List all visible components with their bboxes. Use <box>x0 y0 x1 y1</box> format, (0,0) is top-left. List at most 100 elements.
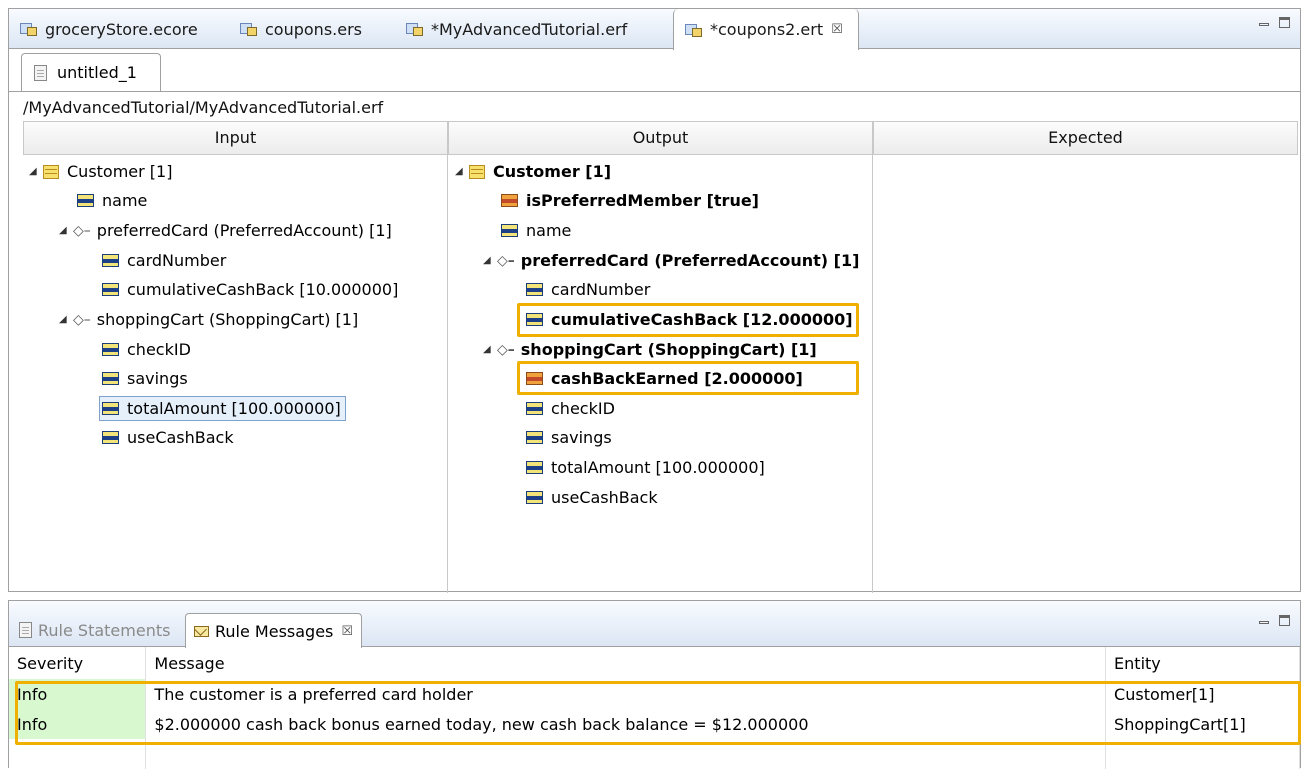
ruleset-file-icon <box>239 21 259 37</box>
page-icon <box>34 64 47 81</box>
attribute-icon <box>77 194 94 207</box>
tab-label: coupons.ers <box>265 19 362 39</box>
tab-label: *MyAdvancedTutorial.erf <box>431 19 628 39</box>
expand-arrow-icon[interactable]: ◢ <box>59 314 73 325</box>
column-header-severity[interactable]: Severity <box>9 647 147 679</box>
close-icon[interactable]: ☒ <box>341 624 353 639</box>
editor-window-controls <box>1259 17 1290 28</box>
highlight-box <box>517 303 859 337</box>
entity-icon <box>469 164 485 179</box>
tree-node-attribute[interactable]: cardNumber <box>526 275 650 304</box>
tab-coupons-ers[interactable]: coupons.ers <box>229 9 362 49</box>
tab-label: Rule Statements <box>38 620 171 640</box>
association-icon: ◇– <box>497 252 515 269</box>
table-header-row: Severity Message Entity <box>9 647 1300 679</box>
attribute-icon <box>526 431 543 444</box>
expand-arrow-icon[interactable]: ◢ <box>483 255 497 266</box>
tab-grocerystore-ecore[interactable]: groceryStore.ecore <box>9 9 198 49</box>
tab-coupons2-ert[interactable]: *coupons2.ert ☒ <box>673 9 859 50</box>
tree-node-attribute[interactable]: name <box>501 216 571 245</box>
tree-node-attribute[interactable]: cardNumber <box>102 246 226 275</box>
tree-node-attribute-selected[interactable]: totalAmount [100.000000] <box>99 394 346 423</box>
minimize-icon[interactable] <box>1259 621 1269 624</box>
attribute-icon <box>102 431 119 444</box>
modified-attribute-icon <box>501 194 518 207</box>
column-header-output[interactable]: Output <box>448 121 873 155</box>
tree-node-attribute[interactable]: checkID <box>526 394 615 423</box>
node-label: shoppingCart (ShoppingCart) [1] <box>96 310 359 329</box>
tree-node-attribute-modified[interactable]: isPreferredMember [true] <box>501 186 759 215</box>
node-label: checkID <box>127 340 191 359</box>
sheet-tab-label: untitled_1 <box>57 63 137 82</box>
attribute-icon <box>526 402 543 415</box>
highlight-box <box>15 681 1301 745</box>
node-label: checkID <box>551 399 615 418</box>
ruletest-file-icon <box>684 22 704 38</box>
sheet-tab-untitled[interactable]: untitled_1 <box>21 53 161 91</box>
entity-icon <box>43 164 59 179</box>
node-label: name <box>526 221 572 240</box>
association-icon: ◇– <box>497 341 515 358</box>
tab-label: Rule Messages <box>215 621 334 641</box>
tab-label: groceryStore.ecore <box>45 19 198 39</box>
association-icon: ◇– <box>73 222 91 239</box>
tree-node-attribute[interactable]: savings <box>102 364 188 393</box>
expand-arrow-icon[interactable]: ◢ <box>59 225 73 236</box>
tree-node-attribute[interactable]: useCashBack <box>102 423 234 452</box>
tree-node-association[interactable]: ◢ ◇– preferredCard (PreferredAccount) [1… <box>483 246 859 275</box>
tab-rule-statements[interactable]: Rule Statements <box>19 613 170 647</box>
node-label: cumulativeCashBack [10.000000] <box>127 280 399 299</box>
attribute-icon <box>102 372 119 385</box>
node-label: cardNumber <box>551 280 651 299</box>
view-tab-bar: Rule Statements Rule Messages ☒ <box>9 601 1300 648</box>
highlight-box <box>517 361 859 395</box>
attribute-icon <box>102 402 119 415</box>
column-header-entity[interactable]: Entity <box>1105 647 1300 679</box>
node-label: savings <box>127 369 188 388</box>
column-header-input[interactable]: Input <box>23 121 448 155</box>
rule-messages-view: Rule Statements Rule Messages ☒ Severity… <box>8 600 1301 769</box>
minimize-icon[interactable] <box>1259 23 1269 26</box>
node-label: totalAmount [100.000000] <box>551 458 765 477</box>
node-label: shoppingCart (ShoppingCart) [1] <box>520 340 817 359</box>
view-window-controls <box>1259 615 1290 626</box>
maximize-icon[interactable] <box>1279 615 1290 626</box>
page-icon <box>19 622 32 638</box>
close-icon[interactable]: ☒ <box>831 22 843 37</box>
tree-node-customer[interactable]: ◢ Customer [1] <box>29 157 172 186</box>
tree-node-association[interactable]: ◢ ◇– shoppingCart (ShoppingCart) [1] <box>483 335 817 364</box>
ruleflow-file-icon <box>405 21 425 37</box>
attribute-icon <box>501 224 518 237</box>
attribute-icon <box>526 283 543 296</box>
node-label: preferredCard (PreferredAccount) [1] <box>520 251 860 270</box>
tree-node-association[interactable]: ◢ ◇– preferredCard (PreferredAccount) [1… <box>59 216 392 245</box>
node-label: Customer [1] <box>67 162 173 181</box>
tree-node-attribute[interactable]: name <box>77 186 147 215</box>
ruleflow-path: /MyAdvancedTutorial/MyAdvancedTutorial.e… <box>23 98 384 117</box>
tree-node-attribute[interactable]: useCashBack <box>526 483 658 512</box>
expand-arrow-icon[interactable]: ◢ <box>455 166 469 177</box>
tab-myadvancedtutorial-erf[interactable]: *MyAdvancedTutorial.erf <box>395 9 627 49</box>
node-label: name <box>102 191 148 210</box>
expand-arrow-icon[interactable]: ◢ <box>483 344 497 355</box>
node-label: isPreferredMember [true] <box>526 191 759 210</box>
tab-rule-messages[interactable]: Rule Messages ☒ <box>185 613 363 648</box>
attribute-icon <box>102 283 119 296</box>
maximize-icon[interactable] <box>1279 17 1290 28</box>
attribute-icon <box>102 254 119 267</box>
node-label: preferredCard (PreferredAccount) [1] <box>96 221 392 240</box>
column-header-message[interactable]: Message <box>145 647 1107 679</box>
tree-node-attribute[interactable]: cumulativeCashBack [10.000000] <box>102 275 398 304</box>
tree-node-association[interactable]: ◢ ◇– shoppingCart (ShoppingCart) [1] <box>59 305 358 334</box>
expand-arrow-icon[interactable]: ◢ <box>29 166 43 177</box>
attribute-icon <box>526 491 543 504</box>
tree-node-attribute[interactable]: totalAmount [100.000000] <box>526 453 765 482</box>
node-label: useCashBack <box>127 428 234 447</box>
node-label: totalAmount [100.000000] <box>127 399 341 418</box>
tree-node-attribute[interactable]: savings <box>526 423 612 452</box>
message-icon <box>194 625 209 637</box>
attribute-icon <box>102 343 119 356</box>
tree-node-customer[interactable]: ◢ Customer [1] <box>455 157 611 186</box>
tree-node-attribute[interactable]: checkID <box>102 335 191 364</box>
column-header-expected[interactable]: Expected <box>873 121 1298 155</box>
